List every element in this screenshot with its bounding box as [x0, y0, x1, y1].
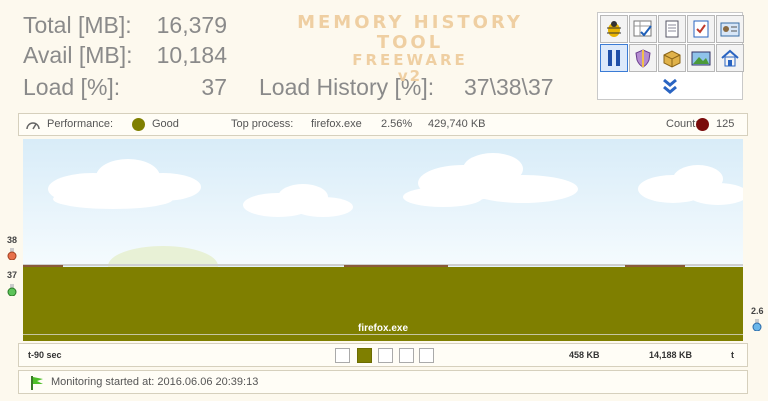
document-icon [665, 20, 679, 38]
time-start-label: t-90 sec [28, 350, 62, 360]
history-segment [344, 265, 448, 267]
home-button[interactable] [716, 44, 744, 72]
load-value: 37 [201, 74, 227, 100]
app-title-line1: MEMORY HISTORY TOOL [297, 12, 523, 53]
top-process-size: 429,740 KB [428, 118, 486, 130]
graph-process-label: firefox.exe [358, 323, 408, 334]
package-icon [663, 50, 681, 68]
time-value-1: 458 KB [569, 350, 600, 360]
grid-check-button[interactable] [629, 15, 657, 43]
top-process-percent: 2.56% [381, 118, 413, 130]
image-icon [691, 51, 711, 66]
speedometer-icon [26, 122, 40, 130]
graph-left-top-value: 38 [7, 235, 18, 245]
time-value-2: 14,188 KB [649, 350, 693, 360]
process-line [23, 334, 743, 335]
graph-canvas: firefox.exe [23, 139, 743, 341]
grid-check-icon [633, 20, 652, 37]
bug-button[interactable] [600, 15, 628, 43]
view-toggle-1[interactable] [335, 348, 350, 363]
status-bar: Monitoring started at: 2016.06.06 20:39:… [18, 370, 748, 394]
performance-label: Performance: [47, 118, 114, 130]
document-button[interactable] [658, 15, 686, 43]
memory-history-graph: firefox.exe [23, 139, 743, 341]
history-segment [23, 265, 63, 267]
app-title: MEMORY HISTORY TOOL FREEWARE v2 [265, 12, 555, 85]
count-label: Count: [666, 118, 699, 130]
count-dot [696, 118, 709, 131]
view-toggle-3[interactable] [378, 348, 393, 363]
total-label: Total [MB]: [23, 12, 132, 38]
id-card-button[interactable] [716, 15, 744, 43]
view-toggle-2[interactable] [357, 348, 372, 363]
checklist-icon [693, 20, 709, 38]
pause-button[interactable] [600, 44, 628, 72]
double-chevron-down-icon [663, 78, 677, 94]
total-value: 16,379 [156, 12, 227, 38]
graph-right-value: 2.6 [751, 306, 764, 316]
avail-value: 10,184 [156, 42, 227, 68]
view-toggle-5[interactable] [419, 348, 434, 363]
app-title-line3: v2 [397, 67, 423, 85]
status-text: Monitoring started at: 2016.06.06 20:39:… [51, 376, 259, 388]
flask-green-icon [7, 284, 17, 296]
id-card-icon [720, 22, 740, 37]
toolbar [597, 12, 744, 100]
flask-blue-icon [752, 319, 762, 331]
top-process-label: Top process: [231, 118, 294, 130]
avail-label: Avail [MB]: [23, 42, 133, 68]
performance-status-dot [132, 118, 145, 131]
checklist-button[interactable] [687, 15, 715, 43]
flask-red-icon [7, 248, 17, 260]
package-button[interactable] [658, 44, 686, 72]
top-process-name: firefox.exe [311, 118, 362, 130]
performance-value: Good [152, 118, 179, 130]
app-title-line2: FREEWARE [352, 51, 468, 69]
count-value: 125 [716, 118, 735, 130]
home-icon [721, 49, 739, 67]
load-label: Load [%]: [23, 74, 121, 100]
flag-icon [31, 376, 43, 390]
performance-bar: Performance: Good Top process: firefox.e… [18, 113, 748, 136]
pause-icon [608, 50, 620, 66]
time-bar: t-90 sec 458 KB 14,188 KB t [18, 343, 748, 367]
expand-toolbar-button[interactable] [598, 73, 742, 99]
bug-icon [607, 21, 621, 37]
view-toggle-4[interactable] [399, 348, 414, 363]
image-button[interactable] [687, 44, 715, 72]
graph-left-bottom-value: 37 [7, 270, 18, 280]
shield-button[interactable] [629, 44, 657, 72]
shield-icon [635, 49, 651, 68]
time-end-label: t [731, 350, 734, 360]
history-segment [625, 265, 685, 267]
